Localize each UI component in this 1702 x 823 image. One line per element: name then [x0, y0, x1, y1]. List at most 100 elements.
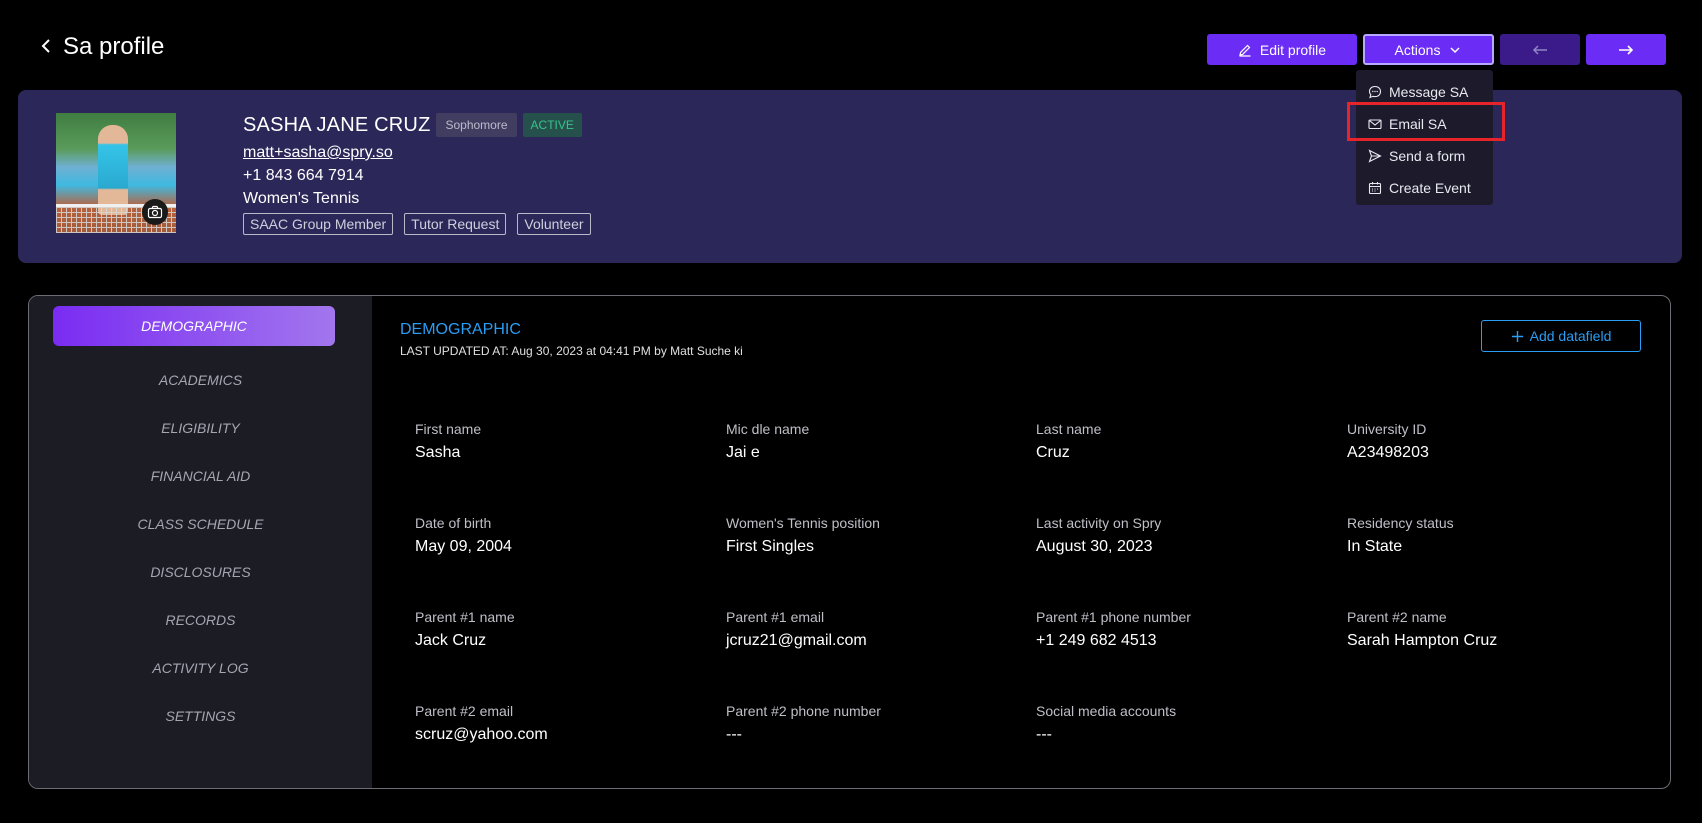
pencil-icon: [1239, 44, 1251, 57]
last-updated: LAST UPDATED AT: Aug 30, 2023 at 04:41 P…: [400, 344, 743, 358]
field-label: First name: [415, 421, 482, 437]
menu-item-label: Send a form: [1389, 148, 1466, 164]
sidebar-item-disclosures[interactable]: DISCLOSURES: [29, 564, 372, 580]
field-label: Last activity on Spry: [1036, 515, 1162, 531]
arrow-left-icon: [1532, 44, 1547, 55]
edit-profile-label: Edit profile: [1259, 41, 1327, 58]
menu-item-email-sa[interactable]: Email SA: [1356, 108, 1493, 140]
field-label: Parent #2 email: [415, 703, 514, 719]
field-parent2-email: Parent #2 email scruz@yahoo.com: [415, 703, 705, 744]
phone-number: +1 843 664 7914: [243, 167, 364, 184]
status-badge: ACTIVE: [522, 113, 582, 137]
calendar-icon: [1368, 182, 1382, 195]
sport: Women's Tennis: [243, 190, 360, 207]
field-label: Mic dle name: [726, 421, 810, 437]
field-parent2-phone: Parent #2 phone number ---: [726, 703, 1016, 744]
section-sidebar: DEMOGRAPHIC ACADEMICS ELIGIBILITY FINANC…: [29, 296, 372, 788]
menu-item-create-event[interactable]: Create Event: [1356, 172, 1493, 204]
field-label: Parent #2 name: [1347, 609, 1447, 625]
field-middle-name: Mic dle name Jai e: [726, 421, 1016, 462]
page-header: Sa profile Edit profile Actions: [36, 30, 1666, 66]
field-value: ---: [1036, 726, 1052, 743]
field-value: May 09, 2004: [415, 538, 512, 555]
camera-icon: [147, 205, 163, 219]
field-label: Parent #2 phone number: [726, 703, 881, 719]
sidebar-item-academics[interactable]: ACADEMICS: [29, 372, 372, 388]
previous-button[interactable]: [1500, 34, 1580, 65]
back-button[interactable]: [36, 32, 56, 60]
field-value: scruz@yahoo.com: [415, 726, 548, 743]
field-label: Parent #1 name: [415, 609, 515, 625]
field-label: Parent #1 email: [726, 609, 825, 625]
field-label: Residency status: [1347, 515, 1454, 531]
sidebar-item-eligibility[interactable]: ELIGIBILITY: [29, 420, 372, 436]
demographic-panel: DEMOGRAPHIC LAST UPDATED AT: Aug 30, 202…: [372, 296, 1670, 788]
year-badge: Sophomore: [436, 113, 517, 137]
field-value: In State: [1347, 538, 1403, 555]
field-last-activity: Last activity on Spry August 30, 2023: [1036, 515, 1326, 556]
profile-details-card: DEMOGRAPHIC ACADEMICS ELIGIBILITY FINANC…: [28, 295, 1671, 789]
student-name: SASHA JANE CRUZ: [243, 113, 431, 136]
send-icon: [1368, 149, 1382, 163]
field-label: Last name: [1036, 421, 1102, 437]
field-university-id: University ID A23498203: [1347, 421, 1637, 462]
field-value: Jack Cruz: [415, 632, 487, 649]
chevron-down-icon: [1450, 46, 1460, 53]
field-last-name: Last name Cruz: [1036, 421, 1326, 462]
menu-item-send-form[interactable]: Send a form: [1356, 140, 1493, 172]
message-icon: [1368, 85, 1382, 99]
tag: Tutor Request: [404, 213, 507, 235]
section-title: DEMOGRAPHIC: [400, 321, 521, 338]
mail-icon: [1368, 119, 1382, 130]
page-title: Sa profile: [63, 33, 165, 60]
menu-item-message-sa[interactable]: Message SA: [1356, 76, 1493, 108]
actions-label: Actions: [1394, 41, 1441, 58]
name-row: SASHA JANE CRUZ Sophomore ACTIVE: [243, 112, 591, 138]
field-tennis-position: Women's Tennis position First Singles: [726, 515, 1016, 556]
profile-page: Sa profile Edit profile Actions SASHA JA…: [0, 0, 1702, 823]
sidebar-item-settings[interactable]: SETTINGS: [29, 708, 372, 724]
change-photo-button[interactable]: [142, 199, 168, 225]
chevron-left-icon: [41, 39, 50, 53]
field-label: Date of birth: [415, 515, 492, 531]
field-value: Jai e: [726, 444, 760, 461]
field-value: Sasha: [415, 444, 461, 461]
field-parent2-name: Parent #2 name Sarah Hampton Cruz: [1347, 609, 1637, 650]
field-parent1-phone: Parent #1 phone number +1 249 682 4513: [1036, 609, 1326, 650]
field-value: Sarah Hampton Cruz: [1347, 632, 1498, 649]
field-label: Women's Tennis position: [726, 515, 880, 531]
field-value: +1 249 682 4513: [1036, 632, 1157, 649]
add-datafield-label: Add datafield: [1529, 328, 1612, 344]
avatar-photo-figure: [98, 125, 128, 215]
header-actions: Edit profile Actions: [1207, 34, 1666, 66]
field-value: ---: [726, 726, 742, 743]
actions-dropdown: Message SA Email SA Send a form Create E…: [1356, 70, 1493, 205]
next-button[interactable]: [1586, 34, 1666, 65]
field-value: First Singles: [726, 538, 815, 555]
sidebar-item-financial-aid[interactable]: FINANCIAL AID: [29, 468, 372, 484]
avatar: [56, 113, 176, 233]
add-datafield-button[interactable]: Add datafield: [1481, 320, 1641, 352]
tag: SAAC Group Member: [243, 213, 394, 235]
tag-list: SAAC Group Member Tutor Request Voluntee…: [243, 213, 591, 235]
plus-icon: [1511, 330, 1523, 342]
field-parent1-name: Parent #1 name Jack Cruz: [415, 609, 705, 650]
sidebar-item-class-schedule[interactable]: CLASS SCHEDULE: [29, 516, 372, 532]
sidebar-item-demographic[interactable]: DEMOGRAPHIC: [53, 306, 335, 346]
field-date-of-birth: Date of birth May 09, 2004: [415, 515, 705, 556]
menu-item-label: Create Event: [1389, 180, 1471, 196]
actions-button[interactable]: Actions: [1363, 34, 1494, 65]
menu-item-label: Email SA: [1389, 116, 1447, 132]
field-parent1-email: Parent #1 email jcruz21@gmail.com: [726, 609, 1016, 650]
edit-profile-button[interactable]: Edit profile: [1207, 34, 1357, 65]
profile-info: SASHA JANE CRUZ Sophomore ACTIVE matt+sa…: [243, 112, 591, 235]
field-label: Social media accounts: [1036, 703, 1177, 719]
field-value: August 30, 2023: [1036, 538, 1153, 555]
field-label: Parent #1 phone number: [1036, 609, 1191, 625]
field-social-media: Social media accounts ---: [1036, 703, 1326, 744]
sidebar-item-records[interactable]: RECORDS: [29, 612, 372, 628]
sidebar-item-activity-log[interactable]: ACTIVITY LOG: [29, 660, 372, 676]
menu-item-label: Message SA: [1389, 84, 1469, 100]
email-link[interactable]: matt+sasha@spry.so: [243, 144, 591, 162]
field-value: jcruz21@gmail.com: [726, 632, 867, 649]
